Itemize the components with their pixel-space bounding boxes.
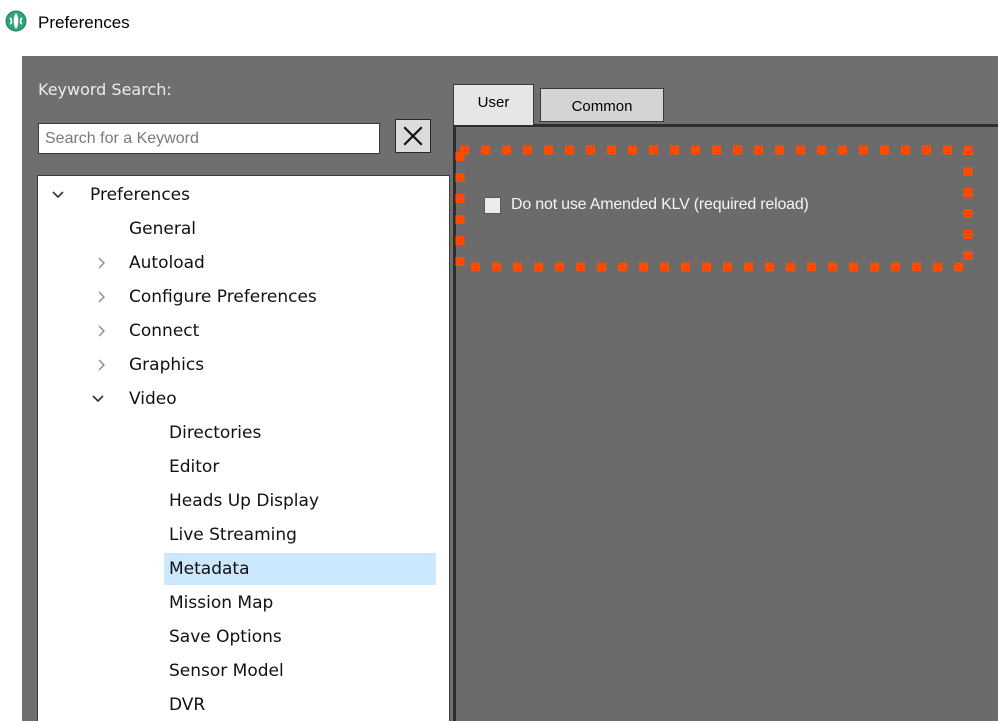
preferences-tree: Preferences General Autoload Configure P…: [37, 175, 450, 721]
tree-item-editor[interactable]: Editor: [38, 451, 436, 483]
tree-item-sensor-model[interactable]: Sensor Model: [38, 655, 436, 687]
keyword-search-input[interactable]: [38, 123, 380, 154]
amended-klv-checkbox[interactable]: [484, 196, 501, 214]
tree-item-label: Video: [129, 389, 177, 409]
tree-item-label: Configure Preferences: [129, 287, 317, 307]
tree-item-label: Live Streaming: [169, 525, 297, 545]
tree-item-label: Connect: [129, 321, 200, 341]
chevron-right-icon: [98, 359, 105, 371]
tree-item-label: Autoload: [129, 253, 205, 273]
app-logo-icon: [5, 10, 27, 32]
tree-item-directories[interactable]: Directories: [38, 417, 436, 449]
tree-item-heads-up-display[interactable]: Heads Up Display: [38, 485, 436, 517]
tree-item-label: Preferences: [90, 185, 190, 205]
tree-item-label: General: [129, 219, 196, 239]
tree-item-label: Graphics: [129, 355, 205, 375]
tree-item-label: Sensor Model: [169, 661, 284, 681]
chevron-right-icon: [98, 291, 105, 303]
tab-common[interactable]: Common: [540, 88, 664, 122]
tree-item-label: Heads Up Display: [169, 491, 320, 511]
tree-item-label: Mission Map: [169, 593, 274, 613]
tree-item-live-streaming[interactable]: Live Streaming: [38, 519, 436, 551]
chevron-down-icon: [52, 191, 64, 199]
amended-klv-option[interactable]: Do not use Amended KLV (required reload): [484, 196, 809, 214]
tab-label: Common: [571, 97, 633, 115]
chevron-right-icon: [98, 257, 105, 269]
tree-item-label: Save Options: [169, 627, 282, 647]
keyword-search-label: Keyword Search:: [38, 80, 172, 99]
clear-search-button[interactable]: [395, 119, 431, 153]
window-title: Preferences: [38, 13, 130, 32]
tab-label: User: [477, 93, 510, 111]
tree-item-label: DVR: [169, 695, 206, 715]
title-bar: Preferences: [0, 0, 998, 56]
tree-item-save-options[interactable]: Save Options: [38, 621, 436, 653]
amended-klv-label: Do not use Amended KLV (required reload): [511, 196, 809, 213]
tree-item-label: Editor: [169, 457, 220, 477]
tab-user[interactable]: User: [453, 84, 534, 125]
chevron-down-icon: [92, 395, 104, 403]
tree-item-label: Metadata: [169, 559, 250, 579]
tree-item-label: Directories: [169, 423, 262, 443]
tree-item-mission-map[interactable]: Mission Map: [38, 587, 436, 619]
tree-item-dvr[interactable]: DVR: [38, 689, 436, 721]
chevron-right-icon: [98, 325, 105, 337]
tree-item-metadata[interactable]: Metadata: [164, 553, 436, 585]
close-icon: [403, 126, 423, 146]
